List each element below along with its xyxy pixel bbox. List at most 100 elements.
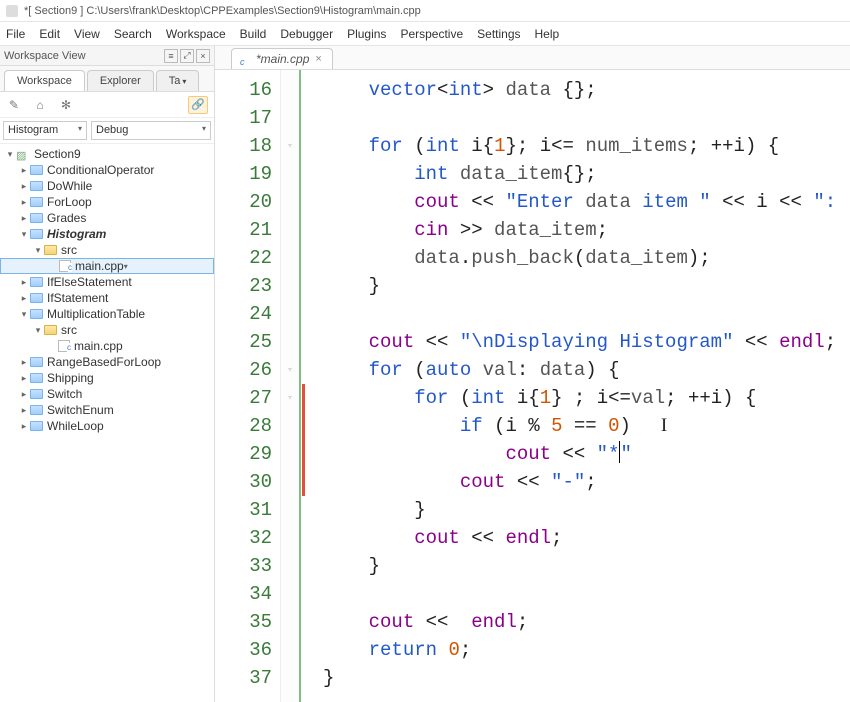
code-line[interactable]: cout << endl; [323,608,850,636]
code-line[interactable]: cout << "*" [323,440,850,468]
fold-column[interactable]: ▿▿▿ [281,70,301,702]
menu-perspective[interactable]: Perspective [400,27,463,41]
tree-twisty-icon[interactable]: ▾ [4,149,16,160]
code-line[interactable] [323,300,850,328]
code-line[interactable]: cout << endl; [323,524,850,552]
line-number: 25 [215,328,272,356]
fold-marker-icon[interactable]: ▿ [281,132,299,160]
menu-file[interactable]: File [6,27,25,41]
gear-icon[interactable]: ✻ [58,97,74,113]
fold-marker-icon [281,104,299,132]
tree-item-ifelsestatement[interactable]: ▸IfElseStatement [0,274,214,290]
config-select[interactable]: Debug [91,121,211,140]
line-number: 16 [215,76,272,104]
fold-marker-icon [281,188,299,216]
line-number: 28 [215,412,272,440]
fold-marker-icon[interactable]: ▿ [281,384,299,412]
code-line[interactable]: return 0; [323,636,850,664]
line-number: 23 [215,272,272,300]
code-line[interactable]: } [323,552,850,580]
panel-close-icon[interactable]: × [196,49,210,63]
code-content[interactable]: vector<int> data {}; for (int i{1}; i<= … [305,70,850,702]
code-line[interactable]: cout << "-"; [323,468,850,496]
code-editor[interactable]: 1617181920212223242526272829303132333435… [215,70,850,702]
tree-item-main-cpp[interactable]: main.cpp [0,258,214,274]
panel-minimize-icon[interactable]: ⤢ [180,49,194,63]
tree-twisty-icon[interactable]: ▸ [18,181,30,192]
tree-item-ifstatement[interactable]: ▸IfStatement [0,290,214,306]
code-line[interactable]: } [323,664,850,692]
menu-settings[interactable]: Settings [477,27,520,41]
tree-item-main-cpp[interactable]: main.cpp [0,338,214,354]
code-line[interactable]: cout << "Enter data item " << i << ": "; [323,188,850,216]
menu-debugger[interactable]: Debugger [280,27,333,41]
code-line[interactable]: data.push_back(data_item); [323,244,850,272]
tree-item-dowhile[interactable]: ▸DoWhile [0,178,214,194]
workspace-tab-explorer[interactable]: Explorer [87,70,154,91]
tree-item-conditionaloperator[interactable]: ▸ConditionalOperator [0,162,214,178]
code-line[interactable]: cin >> data_item; [323,216,850,244]
tree-item-section9[interactable]: ▾Section9 [0,146,214,162]
tree-twisty-icon[interactable]: ▾ [18,229,30,240]
menu-plugins[interactable]: Plugins [347,27,386,41]
code-line[interactable]: for (auto val: data) { [323,356,850,384]
menu-edit[interactable]: Edit [39,27,60,41]
menu-view[interactable]: View [74,27,100,41]
code-line[interactable] [323,580,850,608]
tree-twisty-icon[interactable]: ▸ [18,277,30,288]
code-line[interactable]: } [323,496,850,524]
tree-item-histogram[interactable]: ▾Histogram [0,226,214,242]
tree-item-rangebasedforloop[interactable]: ▸RangeBasedForLoop [0,354,214,370]
tree-item-switch[interactable]: ▸Switch [0,386,214,402]
tree-twisty-icon[interactable]: ▸ [18,165,30,176]
fold-marker-icon [281,580,299,608]
code-line[interactable]: for (int i{1} ; i<=val; ++i) { [323,384,850,412]
tree-item-src[interactable]: ▾src [0,322,214,338]
tree-twisty-icon[interactable]: ▸ [18,389,30,400]
cursor-icon[interactable]: ✎ [6,97,22,113]
tree-item-multiplicationtable[interactable]: ▾MultiplicationTable [0,306,214,322]
tree-item-shipping[interactable]: ▸Shipping [0,370,214,386]
project-select[interactable]: Histogram [3,121,87,140]
tree-twisty-icon[interactable]: ▾ [32,245,44,256]
tree-twisty-icon[interactable]: ▸ [18,373,30,384]
code-line[interactable] [323,104,850,132]
code-line[interactable]: for (int i{1}; i<= num_items; ++i) { [323,132,850,160]
code-line[interactable]: vector<int> data {}; [323,76,850,104]
panel-menu-icon[interactable]: ≡ [164,49,178,63]
menu-search[interactable]: Search [114,27,152,41]
close-icon[interactable]: × [315,53,321,65]
tree-twisty-icon[interactable]: ▸ [18,293,30,304]
line-number: 24 [215,300,272,328]
tree-twisty-icon[interactable]: ▸ [18,421,30,432]
code-line[interactable]: if (i % 5 == 0)I [323,412,850,440]
code-line[interactable]: cout << "\nDisplaying Histogram" << endl… [323,328,850,356]
tree-item-grades[interactable]: ▸Grades [0,210,214,226]
fold-marker-icon[interactable]: ▿ [281,356,299,384]
editor-tab-main-cpp[interactable]: *main.cpp × [231,48,333,69]
folder-icon [44,245,57,255]
tree-twisty-icon[interactable]: ▾ [32,325,44,336]
tree-twisty-icon[interactable]: ▸ [18,213,30,224]
tree-twisty-icon[interactable]: ▾ [18,309,30,320]
code-line[interactable]: int data_item{}; [323,160,850,188]
tree-item-switchenum[interactable]: ▸SwitchEnum [0,402,214,418]
menu-help[interactable]: Help [535,27,560,41]
line-number: 31 [215,496,272,524]
menu-workspace[interactable]: Workspace [166,27,226,41]
tree-item-src[interactable]: ▾src [0,242,214,258]
line-number: 32 [215,524,272,552]
project-tree[interactable]: ▾Section9▸ConditionalOperator▸DoWhile▸Fo… [0,144,214,702]
link-with-editor-button[interactable]: 🔗 [188,96,208,114]
window-title: *[ Section9 ] C:\Users\frank\Desktop\CPP… [24,5,421,17]
code-line[interactable]: } [323,272,850,300]
home-icon[interactable]: ⌂ [32,97,48,113]
tree-item-forloop[interactable]: ▸ForLoop [0,194,214,210]
tree-twisty-icon[interactable]: ▸ [18,357,30,368]
workspace-tab-workspace[interactable]: Workspace [4,70,85,91]
menu-build[interactable]: Build [240,27,267,41]
tree-twisty-icon[interactable]: ▸ [18,405,30,416]
workspace-tab-ta[interactable]: Ta [156,70,200,91]
tree-item-whileloop[interactable]: ▸WhileLoop [0,418,214,434]
tree-twisty-icon[interactable]: ▸ [18,197,30,208]
